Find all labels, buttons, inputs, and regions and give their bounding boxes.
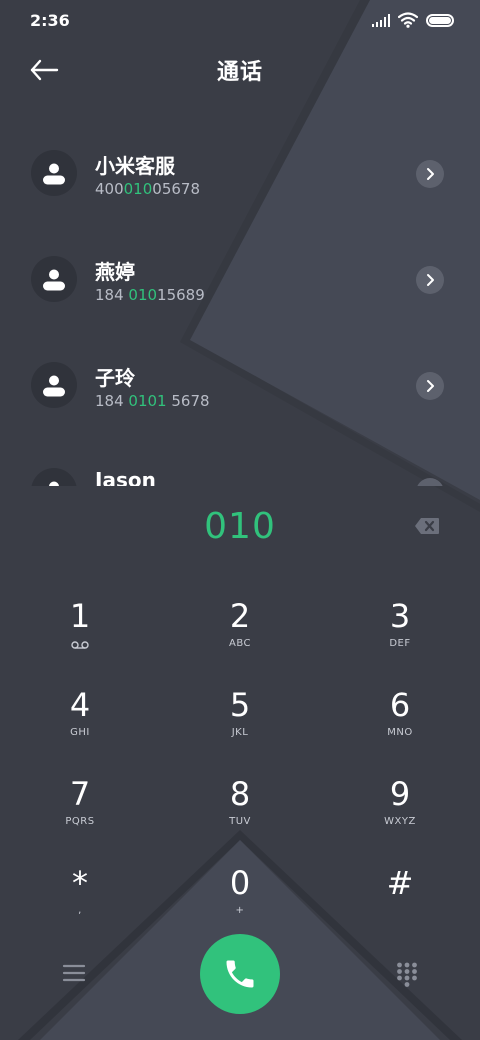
person-icon: [43, 163, 65, 185]
wifi-icon: [398, 12, 418, 28]
contact-name: 子玲: [95, 366, 135, 390]
contact-item[interactable]: 燕婷 184 01015689: [0, 242, 480, 322]
person-icon: [49, 481, 59, 486]
signal-icon: [372, 13, 390, 27]
battery-level: [429, 16, 451, 24]
contact-name: Jason: [95, 468, 156, 486]
key-2[interactable]: 2 ABC: [180, 596, 300, 676]
header: 通话: [0, 48, 480, 92]
phone-icon: [226, 960, 254, 988]
menu-button[interactable]: [62, 963, 86, 983]
status-icons: [372, 12, 454, 28]
back-button[interactable]: [28, 56, 62, 84]
dialpad-icon: [397, 962, 417, 987]
contact-detail-button[interactable]: [416, 478, 444, 486]
avatar: [31, 256, 77, 302]
contact-number: 40001005678: [95, 180, 200, 198]
chevron-right-icon: [424, 485, 436, 486]
contact-item[interactable]: Jason: [0, 454, 480, 486]
backspace-button[interactable]: [414, 516, 440, 536]
key-star[interactable]: * ,: [20, 863, 140, 943]
contact-detail-button[interactable]: [416, 266, 444, 294]
call-button[interactable]: [200, 934, 280, 1014]
contact-name: 小米客服: [95, 154, 175, 178]
contact-detail-button[interactable]: [416, 372, 444, 400]
page-title: 通话: [216, 60, 263, 85]
chevron-right-icon: [427, 380, 434, 392]
person-icon: [43, 375, 65, 397]
contact-item[interactable]: 子玲 184 0101 5678: [0, 348, 480, 428]
key-3[interactable]: 3 DEF: [340, 596, 460, 676]
avatar: [31, 150, 77, 196]
status-bar: 2:36: [0, 0, 480, 40]
chevron-right-icon: [427, 274, 434, 286]
chevron-right-icon: [427, 168, 434, 180]
key-1[interactable]: 1: [20, 596, 140, 676]
key-8[interactable]: 8 TUV: [180, 774, 300, 854]
avatar: [31, 468, 77, 486]
key-5[interactable]: 5 JKL: [180, 685, 300, 765]
arrow-left-icon: [30, 59, 59, 81]
dialpad-toggle-button[interactable]: [396, 962, 418, 988]
contact-list: 小米客服 40001005678 燕婷 184 01015689 子玲 184 …: [0, 120, 480, 486]
contact-number: 184 01015689: [95, 286, 205, 304]
contact-item[interactable]: 小米客服 40001005678: [0, 136, 480, 216]
contact-detail-button[interactable]: [416, 160, 444, 188]
key-6[interactable]: 6 MNO: [340, 685, 460, 765]
backspace-icon: [415, 518, 439, 534]
contact-number: 184 0101 5678: [95, 392, 210, 410]
voicemail-icon: [71, 641, 89, 649]
battery-icon: [426, 13, 454, 27]
person-icon: [43, 269, 65, 291]
contact-name: 燕婷: [95, 260, 135, 284]
key-hash[interactable]: #: [340, 863, 460, 943]
avatar: [31, 362, 77, 408]
key-4[interactable]: 4 GHI: [20, 685, 140, 765]
dialed-number: 010: [204, 506, 276, 547]
menu-icon: [62, 964, 86, 982]
key-7[interactable]: 7 PQRS: [20, 774, 140, 854]
key-0[interactable]: 0 +: [180, 863, 300, 943]
key-9[interactable]: 9 WXYZ: [340, 774, 460, 854]
status-time: 2:36: [30, 10, 70, 30]
